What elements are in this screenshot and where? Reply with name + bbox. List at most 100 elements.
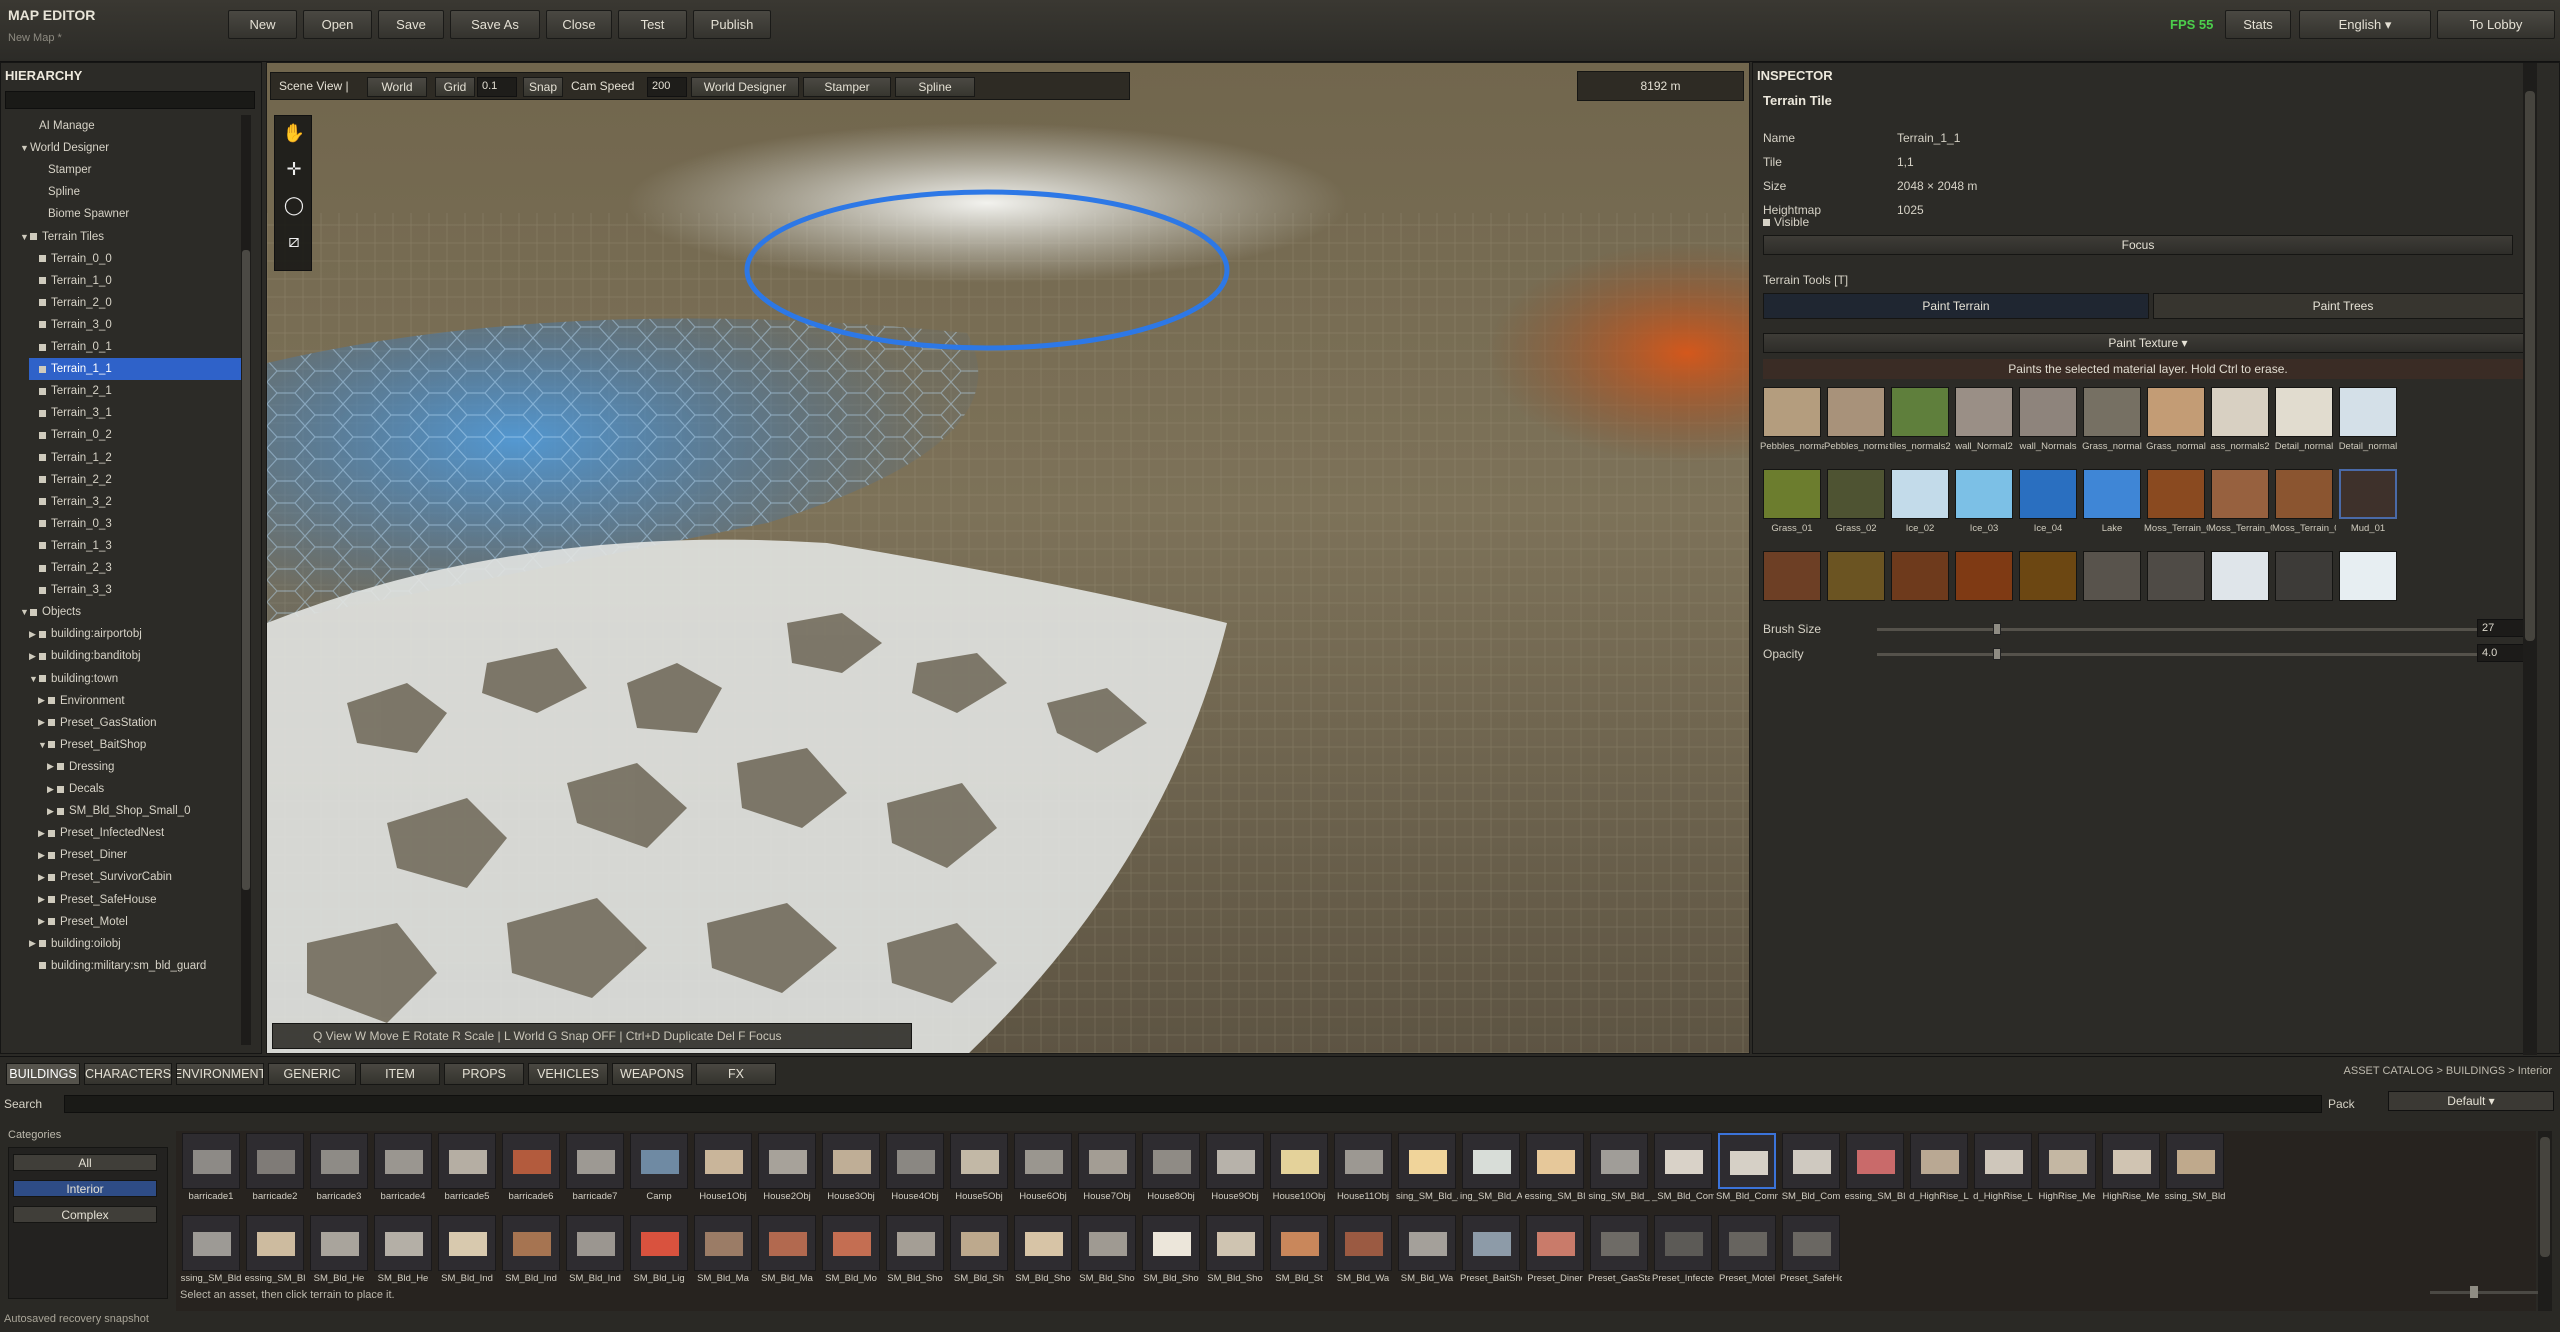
asset-tile[interactable] xyxy=(1654,1133,1712,1189)
asset-tile[interactable] xyxy=(694,1133,752,1189)
collapse-arrow-icon[interactable]: ▶ xyxy=(38,695,48,706)
tab-fx[interactable]: FX xyxy=(696,1063,776,1085)
asset-tile[interactable] xyxy=(2038,1133,2096,1189)
tree-item[interactable]: Terrain_0_3 xyxy=(29,513,241,535)
tree-item[interactable]: ▼ building:town xyxy=(29,668,241,690)
asset-tile[interactable] xyxy=(1590,1133,1648,1189)
snap-toggle[interactable]: Snap xyxy=(523,77,563,97)
brush-size-knob[interactable] xyxy=(1993,623,2001,635)
texture-swatch[interactable] xyxy=(1827,387,1885,437)
tree-item[interactable]: AI Manage xyxy=(29,115,241,137)
asset-tile[interactable] xyxy=(950,1215,1008,1271)
texture-swatch[interactable] xyxy=(2147,551,2205,601)
texture-swatch[interactable] xyxy=(2019,387,2077,437)
tree-item[interactable]: Terrain_0_0 xyxy=(29,248,241,270)
tree-item[interactable]: ▶ Dressing xyxy=(47,756,241,778)
collapse-arrow-icon[interactable]: ▶ xyxy=(38,717,48,728)
collapse-arrow-icon[interactable]: ▶ xyxy=(38,872,48,883)
move-icon[interactable]: ✛ xyxy=(283,158,305,180)
texture-swatch[interactable] xyxy=(2019,469,2077,519)
asset-grid-scrollbar[interactable] xyxy=(2538,1131,2552,1311)
texture-swatch[interactable] xyxy=(1827,551,1885,601)
to-lobby-button[interactable]: To Lobby xyxy=(2437,10,2555,39)
tree-item[interactable]: Terrain_2_1 xyxy=(29,380,241,402)
texture-swatch[interactable] xyxy=(2211,387,2269,437)
asset-tile[interactable] xyxy=(886,1133,944,1189)
language-dropdown[interactable]: English ▾ xyxy=(2299,10,2431,39)
asset-tile[interactable] xyxy=(502,1215,560,1271)
texture-swatch[interactable] xyxy=(2083,469,2141,519)
grid-size-input[interactable]: 0.1 xyxy=(477,77,517,97)
collapse-arrow-icon[interactable]: ▶ xyxy=(47,784,57,795)
terrain-viewport[interactable] xyxy=(267,63,1750,1054)
tree-item[interactable]: building:military:sm_bld_guard xyxy=(29,955,241,977)
asset-tile[interactable] xyxy=(182,1133,240,1189)
tree-item[interactable]: Terrain_3_2 xyxy=(29,491,241,513)
focus-button[interactable]: Focus xyxy=(1763,235,2513,255)
world-toggle[interactable]: World xyxy=(367,77,427,97)
tree-item[interactable]: ▶ SM_Bld_Shop_Small_0 xyxy=(47,800,241,822)
grid-toggle[interactable]: Grid xyxy=(435,77,475,97)
asset-tile[interactable] xyxy=(1782,1215,1840,1271)
asset-tile[interactable] xyxy=(1526,1215,1584,1271)
tree-item[interactable]: Biome Spawner xyxy=(38,203,241,225)
asset-tile[interactable] xyxy=(1526,1133,1584,1189)
asset-tile[interactable] xyxy=(1270,1133,1328,1189)
texture-swatch[interactable] xyxy=(1763,387,1821,437)
texture-swatch[interactable] xyxy=(2147,387,2205,437)
thumbnail-size-slider[interactable] xyxy=(2430,1291,2550,1294)
asset-tile[interactable] xyxy=(1334,1215,1392,1271)
asset-tile[interactable] xyxy=(1590,1215,1648,1271)
hierarchy-search-input[interactable] xyxy=(5,91,255,109)
hand-icon[interactable]: ✋ xyxy=(283,122,305,144)
asset-tile[interactable] xyxy=(950,1133,1008,1189)
asset-tile[interactable] xyxy=(374,1215,432,1271)
texture-swatch[interactable] xyxy=(2147,469,2205,519)
category-interior[interactable]: Interior xyxy=(13,1180,157,1197)
stamper-button[interactable]: Stamper xyxy=(803,77,891,97)
tree-item[interactable]: Terrain_0_1 xyxy=(29,336,241,358)
tree-item[interactable]: ▶ building:banditobj xyxy=(29,645,241,667)
asset-tile[interactable] xyxy=(1334,1133,1392,1189)
texture-swatch[interactable] xyxy=(1763,469,1821,519)
asset-tile[interactable] xyxy=(1078,1215,1136,1271)
visible-checkbox[interactable]: Visible xyxy=(1763,215,1809,229)
asset-tile[interactable] xyxy=(1206,1215,1264,1271)
asset-grid-scroll-thumb[interactable] xyxy=(2540,1137,2550,1257)
collapse-arrow-icon[interactable]: ▶ xyxy=(29,629,39,640)
asset-tile[interactable] xyxy=(1718,1133,1776,1189)
asset-tile[interactable] xyxy=(438,1133,496,1189)
asset-tile[interactable] xyxy=(758,1215,816,1271)
asset-tile[interactable] xyxy=(566,1133,624,1189)
category-all[interactable]: All xyxy=(13,1154,157,1171)
tree-item[interactable]: Terrain_1_0 xyxy=(29,270,241,292)
paint-terrain-tab[interactable]: Paint Terrain xyxy=(1763,293,2149,319)
asset-tile[interactable] xyxy=(1014,1133,1072,1189)
asset-tile[interactable] xyxy=(1078,1133,1136,1189)
asset-tile[interactable] xyxy=(1398,1133,1456,1189)
asset-tile[interactable] xyxy=(310,1133,368,1189)
texture-swatch[interactable] xyxy=(1955,551,2013,601)
asset-search-input[interactable] xyxy=(64,1095,2322,1113)
asset-tile[interactable] xyxy=(1654,1215,1712,1271)
asset-tile[interactable] xyxy=(694,1215,752,1271)
asset-tile[interactable] xyxy=(822,1215,880,1271)
opacity-knob[interactable] xyxy=(1993,648,2001,660)
texture-swatch[interactable] xyxy=(1763,551,1821,601)
texture-swatch[interactable] xyxy=(2083,387,2141,437)
save-button[interactable]: Save xyxy=(378,10,444,39)
tree-item[interactable]: ▶ Preset_Diner xyxy=(38,844,241,866)
asset-tile[interactable] xyxy=(630,1215,688,1271)
collapse-arrow-icon[interactable]: ▶ xyxy=(29,938,39,949)
inspector-scrollbar[interactable] xyxy=(2523,63,2537,1055)
expand-arrow-icon[interactable]: ▼ xyxy=(20,607,30,617)
collapse-arrow-icon[interactable]: ▶ xyxy=(38,850,48,861)
publish-button[interactable]: Publish xyxy=(693,10,771,39)
tree-item[interactable]: ▼ World Designer xyxy=(20,137,241,159)
texture-swatch[interactable] xyxy=(2275,551,2333,601)
tree-item[interactable]: ▶ Decals xyxy=(47,778,241,800)
paint-trees-tab[interactable]: Paint Trees xyxy=(2153,293,2533,319)
texture-swatch[interactable] xyxy=(2339,469,2397,519)
asset-tile[interactable] xyxy=(1846,1133,1904,1189)
tree-item[interactable]: Terrain_1_1 xyxy=(29,358,241,381)
